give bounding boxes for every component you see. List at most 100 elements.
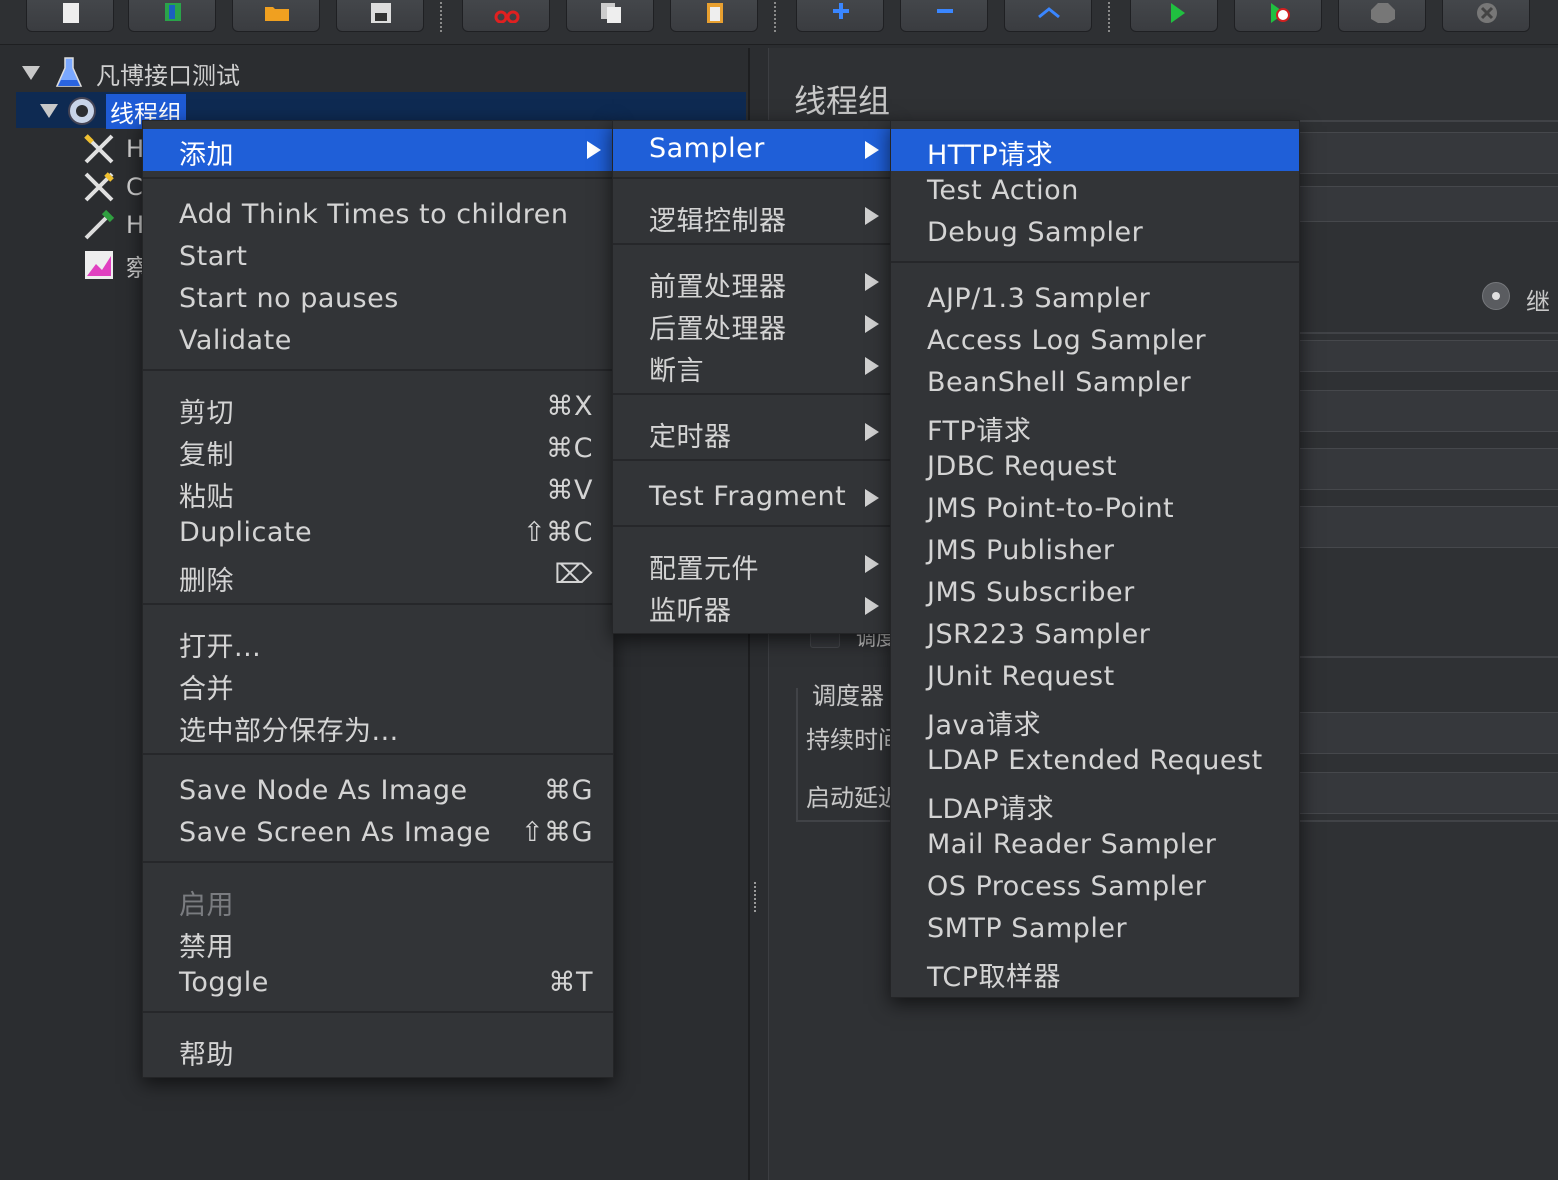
expand-button[interactable] <box>796 0 884 32</box>
sampler-item[interactable]: Access Log Sampler <box>891 321 1299 363</box>
sampler-item[interactable]: JUnit Request <box>891 657 1299 699</box>
submenu-item-timer[interactable]: 定时器 <box>613 411 891 453</box>
menu-item-toggle[interactable]: Toggle ⌘T <box>143 963 613 1005</box>
menu-item-duplicate[interactable]: Duplicate ⇧⌘C <box>143 513 613 555</box>
copy-button[interactable] <box>566 0 654 32</box>
sampler-item-debug-sampler[interactable]: Debug Sampler <box>891 213 1299 255</box>
tools-icon <box>84 134 114 164</box>
menu-separator <box>613 393 891 395</box>
menu-item-add-think-times[interactable]: Add Think Times to children <box>143 195 613 237</box>
menu-separator <box>143 1011 613 1013</box>
sampler-item[interactable]: OS Process Sampler <box>891 867 1299 909</box>
submenu-item-sampler[interactable]: Sampler <box>613 129 891 171</box>
menu-separator <box>613 525 891 527</box>
menu-item-cut[interactable]: 剪切 ⌘X <box>143 387 613 429</box>
open-button[interactable] <box>232 0 320 32</box>
sampler-item[interactable]: JSR223 Sampler <box>891 615 1299 657</box>
sampler-item[interactable]: Mail Reader Sampler <box>891 825 1299 867</box>
threads-field[interactable] <box>1298 340 1558 372</box>
sampler-item[interactable]: FTP请求 <box>891 405 1299 447</box>
sampler-item[interactable]: BeanShell Sampler <box>891 363 1299 405</box>
new-button[interactable] <box>26 0 114 32</box>
submenu-item-pre-processor[interactable]: 前置处理器 <box>613 261 891 303</box>
collapse-button[interactable] <box>900 0 988 32</box>
menu-item-add[interactable]: 添加 <box>143 129 613 171</box>
divider <box>1298 332 1558 334</box>
submenu-arrow-icon <box>587 141 601 159</box>
sampler-item[interactable]: LDAP请求 <box>891 783 1299 825</box>
sampler-item[interactable]: JMS Publisher <box>891 531 1299 573</box>
menu-item-save-selection[interactable]: 选中部分保存为... <box>143 705 613 747</box>
menu-item-copy[interactable]: 复制 ⌘C <box>143 429 613 471</box>
sampler-item[interactable]: LDAP Extended Request <box>891 741 1299 783</box>
menu-separator <box>891 261 1299 263</box>
cut-button[interactable] <box>462 0 550 32</box>
cut-icon <box>494 10 520 23</box>
sampler-item[interactable]: SMTP Sampler <box>891 909 1299 951</box>
submenu-arrow-icon <box>865 315 879 333</box>
menu-separator <box>143 603 613 605</box>
startup-delay-field[interactable] <box>1298 772 1558 814</box>
comment-field[interactable] <box>1298 186 1558 222</box>
tree-root[interactable]: 凡博接口测试 <box>22 54 240 92</box>
expand-triangle-icon[interactable] <box>22 66 40 80</box>
submenu-item-config-element[interactable]: 配置元件 <box>613 543 891 585</box>
add-submenu: Sampler 逻辑控制器 前置处理器 后置处理器 断言 定时器 Test Fr… <box>612 120 892 634</box>
submenu-item-test-fragment[interactable]: Test Fragment <box>613 477 891 519</box>
rampup-field[interactable] <box>1298 390 1558 432</box>
menu-item-open[interactable]: 打开... <box>143 621 613 663</box>
delay-field[interactable] <box>1298 506 1558 548</box>
delete-key-icon: ⌦ <box>554 559 593 590</box>
submenu-arrow-icon <box>865 273 879 291</box>
context-menu: 添加 Add Think Times to children Start Sta… <box>142 120 614 1078</box>
menu-separator <box>613 243 891 245</box>
menu-separator <box>143 861 613 863</box>
menu-item-paste[interactable]: 粘贴 ⌘V <box>143 471 613 513</box>
shutdown-button[interactable] <box>1442 0 1530 32</box>
menu-item-delete[interactable]: 删除 ⌦ <box>143 555 613 597</box>
sampler-item-test-action[interactable]: Test Action <box>891 171 1299 213</box>
sampler-item-http-request[interactable]: HTTP请求 <box>891 129 1299 171</box>
submenu-item-logic-controller[interactable]: 逻辑控制器 <box>613 195 891 237</box>
paste-button[interactable] <box>670 0 758 32</box>
submenu-arrow-icon <box>865 207 879 225</box>
menu-item-merge[interactable]: 合并 <box>143 663 613 705</box>
tree-child-label: C <box>126 173 143 201</box>
copy-icon <box>601 3 621 23</box>
radio-continue[interactable] <box>1482 282 1510 310</box>
pipette-icon <box>84 209 115 240</box>
duration-field[interactable] <box>1298 712 1558 754</box>
sampler-item[interactable]: JDBC Request <box>891 447 1299 489</box>
menu-item-start-no-pauses[interactable]: Start no pauses <box>143 279 613 321</box>
submenu-item-listener[interactable]: 监听器 <box>613 585 891 627</box>
menu-item-help[interactable]: 帮助 <box>143 1029 613 1071</box>
tree-child[interactable]: H <box>82 206 144 244</box>
submenu-arrow-icon <box>865 489 879 507</box>
loop-field[interactable] <box>1298 448 1558 490</box>
menu-item-start[interactable]: Start <box>143 237 613 279</box>
expand-triangle-icon[interactable] <box>40 104 58 118</box>
sampler-item[interactable]: JMS Subscriber <box>891 573 1299 615</box>
toggle-button[interactable] <box>1004 0 1092 32</box>
submenu-item-assertion[interactable]: 断言 <box>613 345 891 387</box>
split-pane-divider[interactable] <box>754 882 762 912</box>
menu-item-save-node-image[interactable]: Save Node As Image ⌘G <box>143 771 613 813</box>
tree-child[interactable]: C <box>82 168 143 206</box>
sampler-item[interactable]: JMS Point-to-Point <box>891 489 1299 531</box>
save-button[interactable] <box>336 0 424 32</box>
tree-child[interactable]: 察 <box>84 246 150 284</box>
start-button[interactable] <box>1130 0 1218 32</box>
sampler-item[interactable]: TCP取样器 <box>891 951 1299 993</box>
page-title: 线程组 <box>794 82 891 120</box>
sampler-item[interactable]: Java请求 <box>891 699 1299 741</box>
name-field[interactable] <box>1298 132 1558 174</box>
stop-button[interactable] <box>1338 0 1426 32</box>
sampler-item[interactable]: AJP/1.3 Sampler <box>891 279 1299 321</box>
tree-child[interactable]: H <box>82 130 144 168</box>
start-no-pauses-button[interactable] <box>1234 0 1322 32</box>
menu-item-validate[interactable]: Validate <box>143 321 613 363</box>
templates-button[interactable] <box>128 0 216 32</box>
menu-item-disable[interactable]: 禁用 <box>143 921 613 963</box>
submenu-item-post-processor[interactable]: 后置处理器 <box>613 303 891 345</box>
menu-item-save-screen-image[interactable]: Save Screen As Image ⇧⌘G <box>143 813 613 855</box>
